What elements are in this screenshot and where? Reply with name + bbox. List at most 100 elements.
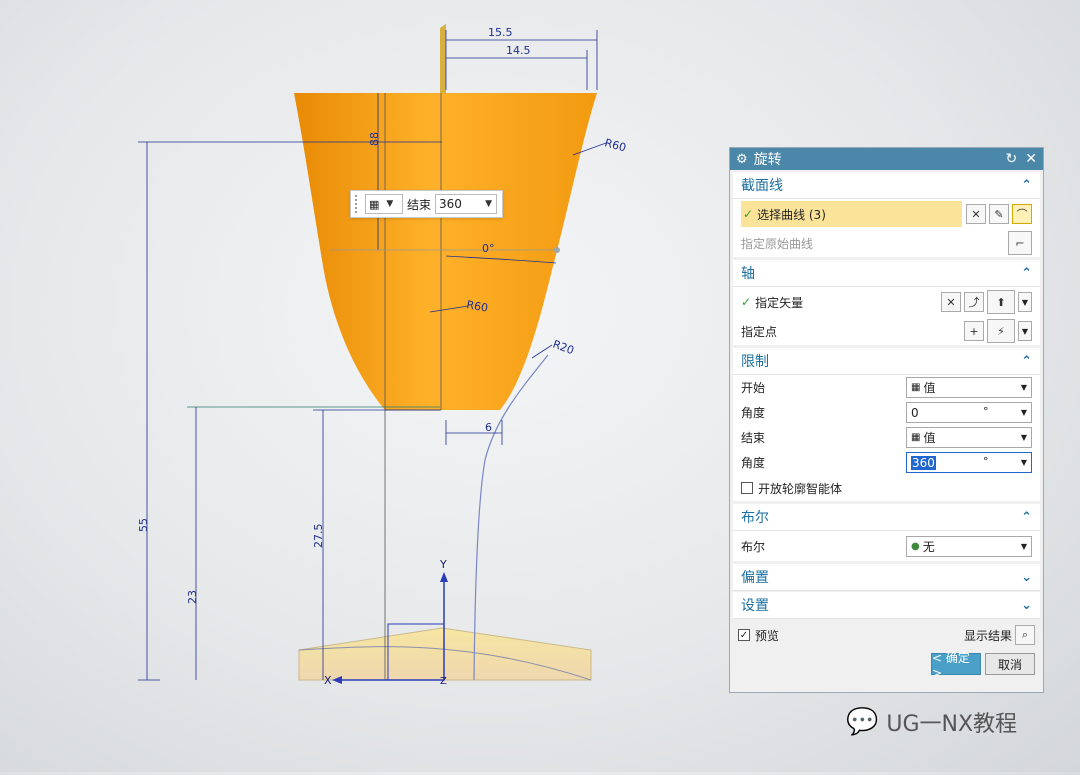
limits-header[interactable]: 限制 ⌃	[733, 348, 1040, 375]
end-label: 结束	[407, 197, 432, 212]
checkmark-icon: ✓	[741, 295, 752, 309]
chevron-down-icon[interactable]: ⌄	[1021, 570, 1032, 585]
specify-original-label: 指定原始曲线	[741, 236, 814, 251]
ok-button[interactable]: < 确定 >	[931, 651, 981, 680]
end-type-select[interactable]: ▦ 值 ▼	[906, 427, 1032, 448]
axis-group: 轴 ⌃ ✓ 指定矢量 ✕ ⤴ ⬆ ▼ 指定点 + ⚡ ▼	[733, 260, 1040, 345]
point-type-icon[interactable]: ⚡	[987, 319, 1015, 343]
dialog-titlebar[interactable]: ⚙ 旋转 ↻ ✕	[730, 148, 1043, 170]
chevron-down-icon[interactable]: ⌄	[1021, 598, 1032, 613]
boolean-title: 布尔	[741, 510, 769, 526]
start-angle-label: 角度	[741, 406, 766, 420]
offset-header[interactable]: 偏置 ⌄	[733, 564, 1040, 591]
dim-r-bottom: R20	[551, 338, 576, 358]
dim-top-outer: 15.5	[488, 26, 513, 39]
none-boolean-icon: ●	[911, 540, 920, 552]
boolean-select[interactable]: ● 无 ▼	[906, 535, 1032, 557]
preview-checkbox[interactable]: ✓	[738, 629, 750, 641]
start-type-select[interactable]: ▦ 值 ▼	[906, 377, 1032, 398]
chevron-down-icon: ▼	[1020, 458, 1028, 467]
dialog-title: 旋转	[753, 152, 782, 168]
boolean-group: 布尔 ⌃ 布尔 ● 无 ▼	[733, 504, 1040, 561]
dim-cup-height: 88	[368, 132, 381, 146]
chevron-down-icon: ▼	[1020, 383, 1028, 392]
vector-dialog-icon[interactable]: ⤴	[964, 292, 984, 312]
gear-icon[interactable]: ⚙	[736, 152, 748, 167]
end-angle-input[interactable]: 360 ° ▼	[906, 452, 1032, 473]
axis-title: 轴	[741, 266, 755, 282]
cube-icon: ▦	[911, 432, 921, 443]
end-angle-label: 角度	[741, 456, 766, 470]
onscreen-input: ▦ ▼ 结束 360 ▼	[350, 190, 503, 218]
dim-top-inner: 14.5	[506, 44, 531, 57]
original-curve-icon[interactable]: ⌐	[1008, 231, 1032, 255]
show-result-label: 显示结果	[963, 628, 1012, 643]
limit-type-dropdown[interactable]: ▦ ▼	[365, 194, 403, 214]
close-icon[interactable]: ✕	[1025, 151, 1037, 167]
dim-angle: 0°	[482, 242, 495, 255]
start-angle-value: 0	[911, 405, 919, 420]
wechat-icon: 💬	[846, 707, 879, 737]
cube-icon: ▦	[369, 197, 380, 211]
axis-x-label: X	[324, 674, 332, 687]
end-type-value: 值	[923, 431, 936, 445]
sketch-icon[interactable]: ✎	[989, 204, 1009, 224]
offset-title: 偏置	[741, 570, 769, 586]
limits-group: 限制 ⌃ 开始 ▦ 值 ▼ 角度 0 ° ▼ 结束 ▦ 值 ▼ 角度 360 °…	[733, 348, 1040, 501]
dim-r-right-top: R60	[603, 136, 627, 154]
watermark: 💬 UG一NX教程	[846, 706, 1017, 738]
start-label: 开始	[741, 381, 766, 395]
show-result-icon[interactable]: ⌕	[1015, 625, 1035, 645]
degree-unit: °	[983, 455, 989, 468]
section-curve-group: 截面线 ⌃ ✓ 选择曲线 (3) ✕ ✎ ⌒ 指定原始曲线 ⌐	[733, 172, 1040, 257]
start-angle-input[interactable]: 0 ° ▼	[906, 402, 1032, 423]
cancel-button[interactable]: 取消	[985, 653, 1035, 675]
limits-title: 限制	[741, 354, 769, 370]
settings-group: 设置 ⌄	[733, 592, 1040, 619]
chevron-down-icon: ▼	[386, 199, 394, 209]
reset-icon[interactable]: ↻	[1006, 151, 1018, 167]
dim-stem-width: 6	[485, 421, 492, 434]
base-shape	[298, 627, 592, 681]
chevron-down-icon[interactable]: ▼	[1018, 321, 1032, 341]
cube-icon: ▦	[911, 382, 921, 393]
section-curve-header[interactable]: 截面线 ⌃	[733, 172, 1040, 199]
chevron-down-icon: ▼	[485, 199, 493, 209]
settings-header[interactable]: 设置 ⌄	[733, 592, 1040, 619]
end-label: 结束	[741, 431, 766, 445]
degree-unit: °	[983, 405, 989, 418]
point-dialog-icon[interactable]: +	[964, 321, 984, 341]
chevron-down-icon[interactable]: ▼	[1018, 292, 1032, 312]
boolean-value: 无	[922, 539, 935, 554]
offset-group: 偏置 ⌄	[733, 564, 1040, 591]
axis-y-label: Y	[439, 558, 447, 571]
deselect-curve-icon[interactable]: ✕	[966, 204, 986, 224]
chevron-up-icon[interactable]: ⌃	[1021, 354, 1032, 369]
specify-vector-label: 指定矢量	[755, 295, 804, 310]
boolean-header[interactable]: 布尔 ⌃	[733, 504, 1040, 531]
dim-stem-height: 23	[186, 590, 199, 604]
chevron-up-icon[interactable]: ⌃	[1021, 178, 1032, 193]
start-type-value: 值	[923, 381, 936, 395]
end-angle-input[interactable]: 360 ▼	[435, 194, 498, 214]
end-angle-value: 360	[911, 455, 936, 470]
chevron-up-icon[interactable]: ⌃	[1021, 510, 1032, 525]
vector-type-icon[interactable]: ⬆	[987, 290, 1015, 314]
dim-lower-height: 27.5	[312, 524, 325, 549]
chevron-up-icon[interactable]: ⌃	[1021, 266, 1032, 281]
drag-handle[interactable]	[355, 195, 361, 213]
checkmark-icon: ✓	[743, 207, 754, 221]
open-profile-label: 开放轮廓智能体	[758, 481, 843, 496]
top-fin	[440, 24, 446, 93]
section-curve-title: 截面线	[741, 178, 783, 194]
cup-body	[294, 93, 597, 410]
chevron-down-icon: ▼	[1020, 541, 1028, 551]
revolve-dialog: ⚙ 旋转 ↻ ✕ 截面线 ⌃ ✓ 选择曲线 (3) ✕ ✎ ⌒ 指定原始曲线 ⌐	[729, 147, 1044, 693]
chevron-down-icon: ▼	[1020, 408, 1028, 417]
curve-select-icon[interactable]: ⌒	[1012, 204, 1032, 224]
boolean-label: 布尔	[741, 539, 766, 554]
open-profile-checkbox[interactable]	[741, 482, 753, 494]
select-curve-field[interactable]: ✓ 选择曲线 (3)	[741, 201, 962, 227]
reverse-direction-icon[interactable]: ✕	[941, 292, 961, 312]
axis-header[interactable]: 轴 ⌃	[733, 260, 1040, 287]
